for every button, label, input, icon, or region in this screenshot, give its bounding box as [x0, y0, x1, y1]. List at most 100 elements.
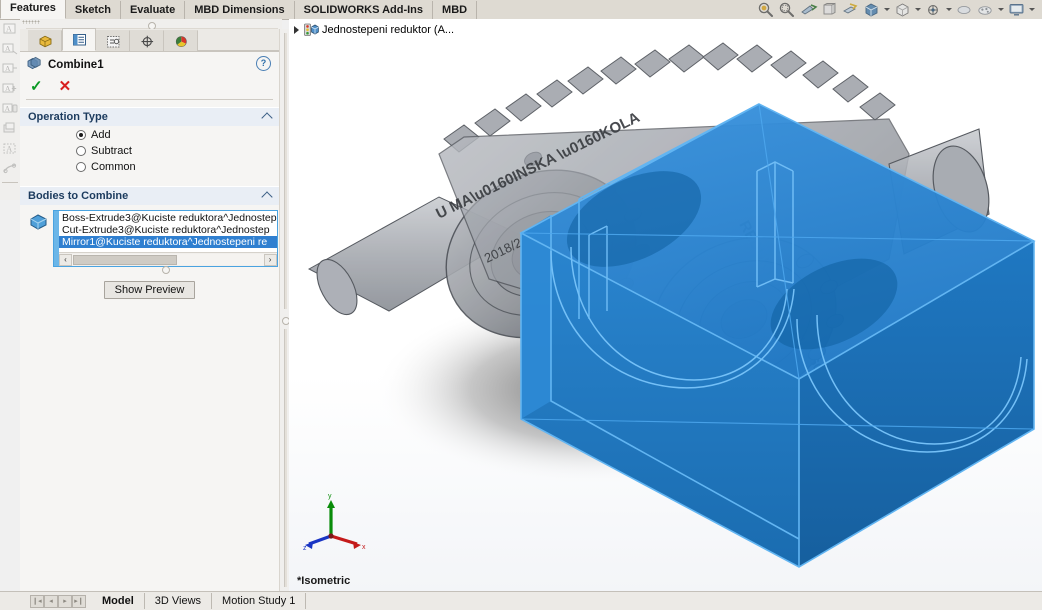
display-style-caret-icon[interactable]	[883, 1, 891, 18]
listbox-inner: Boss-Extrude3@Kuciste reduktora^Jednoste…	[59, 211, 277, 266]
list-item[interactable]: Boss-Extrude3@Kuciste reduktora^Jednoste…	[59, 212, 277, 224]
list-item[interactable]: Mirror1@Kuciste reduktora^Jednostepeni r…	[59, 236, 277, 248]
bottom-tab-strip: Model 3D Views Motion Study 1	[92, 593, 307, 610]
edit-appearance-icon[interactable]	[924, 1, 943, 18]
bodies-selection-row: Boss-Extrude3@Kuciste reduktora^Jednoste…	[20, 205, 279, 274]
radio-subtract[interactable]: Subtract	[20, 144, 279, 158]
radio-add-indicator[interactable]	[76, 130, 86, 140]
tab-mbd-dimensions[interactable]: MBD Dimensions	[185, 1, 295, 19]
svg-text:A: A	[6, 145, 12, 154]
bodies-listbox[interactable]: Boss-Extrude3@Kuciste reduktora^Jednoste…	[53, 210, 278, 274]
note-icon[interactable]: A	[1, 20, 19, 40]
property-manager-tab[interactable]	[62, 28, 96, 51]
tab-mbd[interactable]: MBD	[433, 1, 478, 19]
feature-manager-tree-tab[interactable]	[28, 30, 62, 51]
page-title: Combine1	[48, 59, 104, 71]
splitter-bar-lower	[284, 329, 287, 587]
property-manager-panel: Combine1 ? ✓ ✕ Operation Type Add Subtra…	[20, 28, 279, 592]
chevron-up-icon-bodies[interactable]	[261, 191, 273, 203]
tab-solidworks-add-ins[interactable]: SOLIDWORKS Add-Ins	[294, 1, 434, 19]
scroll-right-button[interactable]: ›	[263, 253, 277, 266]
radio-subtract-indicator[interactable]	[76, 146, 86, 156]
radio-common-indicator[interactable]	[76, 162, 86, 172]
radio-add[interactable]: Add	[20, 128, 279, 142]
balloon-icon[interactable]: A	[1, 60, 19, 80]
ok-button[interactable]: ✓	[30, 79, 43, 94]
listbox-items: Boss-Extrude3@Kuciste reduktora^Jednoste…	[59, 211, 277, 252]
cancel-button[interactable]: ✕	[59, 79, 72, 94]
display-manager-tab[interactable]	[164, 30, 198, 51]
hide-show-items-icon[interactable]	[893, 1, 912, 18]
graphics-viewport[interactable]: Jednostepeni reduktor (A... U MA\u0160IN…	[289, 19, 1042, 592]
tab-motion-study-1[interactable]: Motion Study 1	[212, 593, 307, 609]
display-style-icon[interactable]	[862, 1, 881, 18]
svg-text:A: A	[5, 84, 11, 93]
radio-common-label: Common	[91, 161, 136, 173]
svg-text:A: A	[5, 64, 11, 73]
tab-sketch[interactable]: Sketch	[65, 1, 121, 19]
solid-body-icon	[28, 212, 50, 232]
section-view-icon[interactable]	[820, 1, 839, 18]
list-item[interactable]: Cut-Extrude3@Kuciste reduktora^Jednostep	[59, 224, 277, 236]
scroll-left-button[interactable]: ‹	[59, 253, 72, 266]
apply-scene-icon[interactable]	[955, 1, 974, 18]
nav-next-button[interactable]: ▸	[58, 594, 72, 608]
scroll-track[interactable]	[72, 254, 264, 265]
show-preview-button[interactable]: Show Preview	[103, 281, 196, 299]
view-orientation-icon[interactable]	[841, 1, 860, 18]
tab-model[interactable]: Model	[92, 593, 145, 609]
svg-text:A: A	[5, 44, 11, 53]
triad-x-label: x	[362, 544, 366, 551]
status-bar: ❙◂ ◂ ▸ ▸❙ Model 3D Views Motion Study 1	[0, 591, 1042, 610]
view-orientation-label: *Isometric	[297, 575, 351, 587]
auto-balloon-icon[interactable]: A	[1, 80, 19, 100]
panel-tab-filler	[198, 29, 279, 51]
splitter-dots	[22, 20, 40, 24]
bodies-to-combine-label: Bodies to Combine	[28, 190, 129, 202]
previous-view-icon[interactable]	[799, 1, 818, 18]
study-nav-buttons: ❙◂ ◂ ▸ ▸❙	[30, 594, 86, 608]
combine-feature-icon	[26, 56, 42, 74]
listbox-horizontal-scrollbar[interactable]: ‹ ›	[59, 252, 277, 266]
svg-text:A: A	[5, 104, 11, 113]
tab-evaluate[interactable]: Evaluate	[120, 1, 186, 19]
hide-show-caret-icon[interactable]	[914, 1, 922, 18]
weld-symbol-icon[interactable]: A	[1, 140, 19, 160]
zoom-to-fit-icon[interactable]	[757, 1, 776, 18]
radio-subtract-label: Subtract	[91, 145, 132, 157]
help-icon[interactable]: ?	[256, 56, 271, 71]
toolbar-divider	[2, 182, 18, 183]
datum-feature-icon[interactable]	[1, 160, 19, 180]
gearbox-assembly-model[interactable]: U MA\u0160INSKA \u0160KOLA 2018/2019. RE…	[289, 19, 1042, 592]
bodies-to-combine-group-header[interactable]: Bodies to Combine	[20, 186, 279, 205]
nav-prev-button[interactable]: ◂	[44, 594, 58, 608]
operation-type-group-header[interactable]: Operation Type	[20, 107, 279, 126]
viewport-layout-icon[interactable]	[1007, 1, 1026, 18]
dimxpert-manager-tab[interactable]	[130, 30, 164, 51]
triad-z-label: z	[303, 545, 307, 552]
surface-finish-icon[interactable]	[1, 120, 19, 140]
radio-common[interactable]: Common	[20, 160, 279, 174]
triad-y-label: y	[328, 493, 332, 500]
coordinate-triad: y x z	[303, 493, 366, 552]
confirm-row: ✓ ✕	[20, 76, 279, 96]
view-settings-icon[interactable]	[976, 1, 995, 18]
show-preview-row: Show Preview	[20, 281, 279, 299]
status-bar-filler	[306, 593, 1042, 610]
view-toolbar	[757, 0, 1036, 19]
view-settings-caret-icon[interactable]	[997, 1, 1005, 18]
configuration-manager-tab[interactable]	[96, 30, 130, 51]
scroll-thumb[interactable]	[73, 254, 177, 265]
magnetic-line-icon[interactable]: A	[1, 100, 19, 120]
chevron-up-icon[interactable]	[261, 112, 273, 124]
tab-features[interactable]: Features	[0, 0, 66, 19]
viewport-layout-caret-icon[interactable]	[1028, 1, 1036, 18]
zoom-to-area-icon[interactable]	[778, 1, 797, 18]
tab-3d-views[interactable]: 3D Views	[145, 593, 213, 609]
annotation-toolbar: A A A A A A	[0, 20, 20, 200]
note-linked-icon[interactable]: A	[1, 40, 19, 60]
nav-first-button[interactable]: ❙◂	[30, 594, 44, 608]
listbox-resize-grip[interactable]	[162, 266, 171, 274]
edit-appearance-caret-icon[interactable]	[945, 1, 953, 18]
nav-last-button[interactable]: ▸❙	[72, 594, 86, 608]
